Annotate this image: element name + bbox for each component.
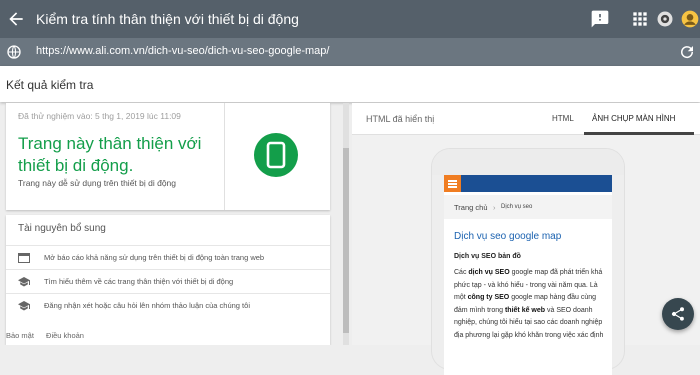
breadcrumb-home: Trang chủ	[454, 203, 488, 212]
school-icon	[18, 277, 30, 287]
resource-item-forum[interactable]: Đăng nhận xét hoặc câu hỏi lên nhóm thảo…	[6, 293, 330, 317]
summary-card: Đã thử nghiệm vào: 5 thg 1, 2019 lúc 11:…	[6, 103, 330, 210]
site-paragraph-bold: công ty SEO	[467, 294, 510, 301]
extension-icon[interactable]	[655, 9, 675, 29]
web-icon	[18, 253, 30, 263]
site-navbar	[444, 175, 612, 192]
preview-tabs: HTML đã hiển thị HTML ẢNH CHỤP MÀN HÌNH	[352, 103, 700, 135]
phone-screen: Trang chủ › Dịch vụ seo Dịch vụ seo goog…	[444, 175, 612, 375]
tested-timestamp: Đã thử nghiệm vào: 5 thg 1, 2019 lúc 11:…	[18, 111, 181, 121]
privacy-link[interactable]: Bảo mật	[6, 331, 34, 340]
resource-item-label: Tìm hiểu thêm về các trang thân thiện vớ…	[44, 277, 234, 286]
resource-item-label: Mở báo cáo khả năng sử dụng trên thiết b…	[44, 253, 265, 262]
page-title: Kiểm tra tính thân thiện với thiết bị di…	[36, 11, 299, 27]
divider	[224, 103, 225, 210]
rendered-html-label: HTML đã hiển thị	[366, 114, 435, 124]
phone-top-bezel	[432, 149, 624, 175]
active-tab-indicator	[584, 132, 694, 135]
resource-item-learn[interactable]: Tìm hiểu thêm về các trang thân thiện vớ…	[6, 269, 330, 293]
breadcrumb-current: Dịch vụ seo	[501, 204, 533, 210]
site-paragraph-bold: thiết kế web	[504, 306, 546, 314]
scrollbar-thumb[interactable]	[343, 148, 349, 333]
resource-item-label: Đăng nhận xét hoặc câu hỏi lên nhóm thảo…	[44, 301, 250, 310]
site-paragraph-text: Các	[454, 269, 469, 276]
share-button[interactable]	[662, 298, 694, 330]
tab-screenshot[interactable]: ẢNH CHỤP MÀN HÌNH	[592, 114, 675, 123]
terms-link[interactable]: Điều khoản	[46, 331, 84, 340]
feedback-icon[interactable]	[590, 9, 610, 29]
resource-item-report[interactable]: Mở báo cáo khả năng sử dụng trên thiết b…	[6, 245, 330, 269]
app-header: Kiểm tra tính thân thiện với thiết bị di…	[0, 0, 700, 38]
preview-panel: HTML đã hiển thị HTML ẢNH CHỤP MÀN HÌNH …	[352, 103, 700, 375]
resources-card: Tài nguyên bổ sung Mở báo cáo khả năng s…	[6, 215, 330, 345]
result-heading: Kết quả kiểm tra	[6, 78, 94, 92]
site-page-title: Dịch vụ seo google map	[454, 231, 562, 242]
url-text[interactable]: https://www.ali.com.vn/dich-vu-seo/dich-…	[36, 45, 329, 57]
globe-icon	[7, 45, 21, 59]
back-arrow-icon[interactable]	[6, 9, 26, 29]
resources-heading: Tài nguyên bổ sung	[18, 223, 106, 234]
phone-frame: Trang chủ › Dịch vụ seo Dịch vụ seo goog…	[432, 149, 624, 375]
apps-grid-icon[interactable]	[630, 9, 650, 29]
tab-html[interactable]: HTML	[552, 114, 574, 123]
result-header: Kết quả kiểm tra	[0, 66, 700, 102]
site-paragraph: Các dịch vụ SEO google map đã phát triển…	[454, 267, 606, 342]
share-icon	[671, 307, 684, 321]
mobile-friendly-icon	[254, 133, 298, 177]
left-scrollbar[interactable]	[343, 103, 349, 345]
account-avatar-icon[interactable]	[680, 9, 700, 29]
site-subheading: Dịch vụ SEO bản đồ	[454, 253, 521, 260]
school-icon	[18, 301, 30, 311]
url-bar: https://www.ali.com.vn/dich-vu-seo/dich-…	[0, 38, 700, 66]
verdict-text: Trang này thân thiện với thiết bị di độn…	[18, 134, 202, 175]
verdict-subtitle: Trang này dễ sử dụng trên thiết bị di độ…	[18, 178, 177, 188]
breadcrumb: Trang chủ › Dịch vụ seo	[444, 195, 612, 219]
site-paragraph-bold: dịch vụ SEO	[468, 269, 510, 276]
refresh-icon[interactable]	[678, 43, 696, 61]
breadcrumb-separator: ›	[493, 203, 496, 212]
hamburger-menu-icon	[444, 175, 461, 192]
footer-links: Bảo mật Điều khoản	[6, 331, 94, 340]
left-panel: Đã thử nghiệm vào: 5 thg 1, 2019 lúc 11:…	[0, 103, 348, 345]
